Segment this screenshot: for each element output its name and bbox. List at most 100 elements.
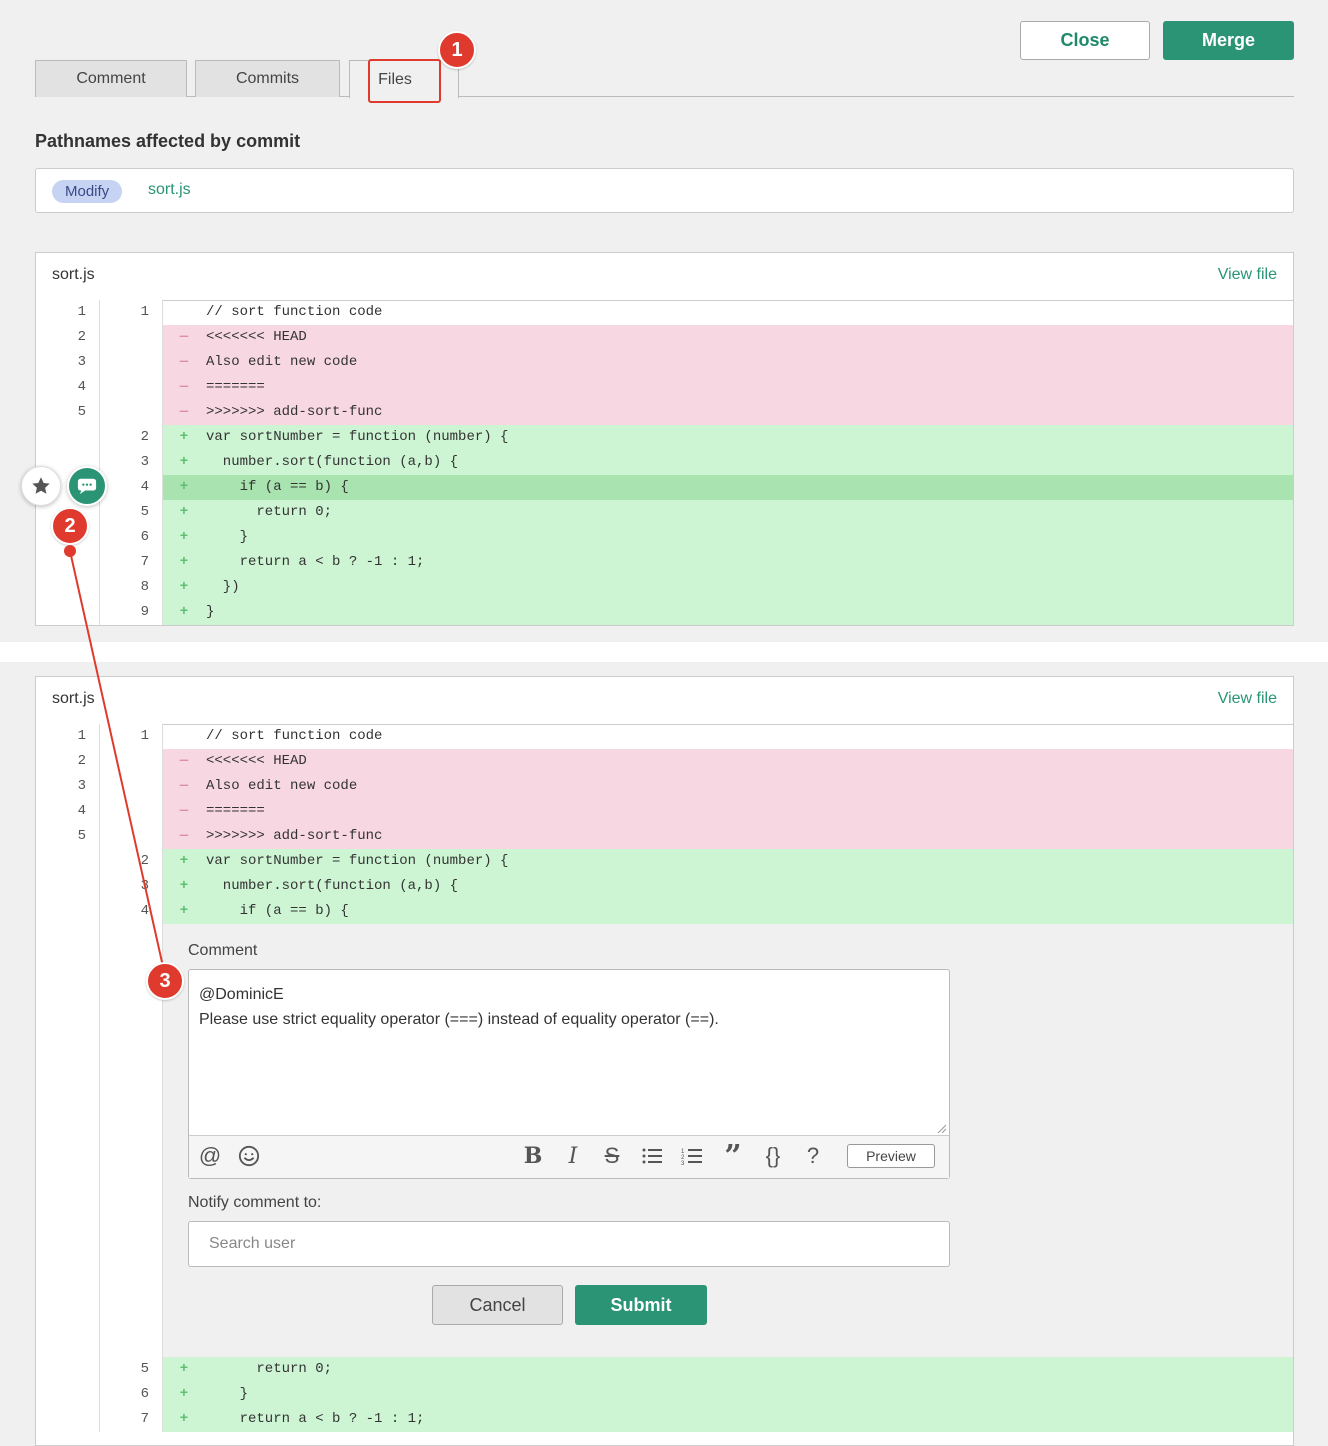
code-text: var sortNumber = function (number) { [206,429,509,445]
code-content: + if (a == b) { [163,899,1293,924]
diff-line[interactable]: 4 + if (a == b) { [36,475,1293,500]
panel-header: sort.js View file [36,253,1293,301]
comment-body: Please use strict equality operator (===… [199,1011,719,1028]
diff-sign: + [179,878,189,894]
code-content: — Also edit new code [163,774,1293,799]
diff-line[interactable]: 2 — <<<<<<< HEAD [36,749,1293,774]
code-content: + if (a == b) { [163,475,1293,500]
italic-icon[interactable]: I [561,1142,585,1170]
comment-label: Comment [188,942,258,959]
quote-icon[interactable]: ” [719,1139,747,1174]
diff-line[interactable]: 3 + number.sort(function (a,b) { [36,874,1293,899]
diff-sign: + [179,479,189,495]
code-text: } [206,1386,249,1402]
tab-commits[interactable]: Commits [195,60,340,97]
diff-line[interactable]: 9 +} [36,600,1293,625]
code-content: — <<<<<<< HEAD [163,749,1293,774]
diff-line[interactable]: 3 — Also edit new code [36,350,1293,375]
close-button[interactable]: Close [1020,21,1150,60]
tab-comment[interactable]: Comment [35,60,187,97]
search-user-input[interactable]: Search user [188,1221,950,1267]
old-line-number [36,1357,99,1382]
new-line-number [99,375,163,400]
old-line-number: 1 [36,724,99,749]
bullet-list-icon[interactable] [639,1142,665,1170]
diff-line[interactable]: 7 + return a < b ? -1 : 1; [36,550,1293,575]
star-button[interactable] [21,466,61,506]
old-line-number: 5 [36,824,99,849]
diff-line[interactable]: 4 + if (a == b) { [36,899,1293,924]
code-text: <<<<<<< HEAD [206,753,307,769]
diff-line[interactable]: 1 1 // sort function code [36,724,1293,749]
old-line-number: 3 [36,774,99,799]
strikethrough-icon[interactable]: S [599,1142,625,1170]
diff-line[interactable]: 6 + } [36,1382,1293,1407]
diff-sign: + [179,529,189,545]
code-icon[interactable]: {} [759,1142,787,1170]
diff-line[interactable]: 1 1 // sort function code [36,300,1293,325]
diff-line[interactable]: 3 — Also edit new code [36,774,1293,799]
diff-line[interactable]: 7 + return a < b ? -1 : 1; [36,1407,1293,1432]
new-line-number: 5 [99,500,163,525]
diff-line[interactable]: 2 + var sortNumber = function (number) { [36,849,1293,874]
diff-line[interactable]: 2 + var sortNumber = function (number) { [36,425,1293,450]
old-line-number [36,600,99,625]
code-text: >>>>>>> add-sort-func [206,404,383,420]
diff-line[interactable]: 2 — <<<<<<< HEAD [36,325,1293,350]
diff-line[interactable]: 4 — ======= [36,375,1293,400]
code-content: — >>>>>>> add-sort-func [163,400,1293,425]
diff-sign: — [179,778,189,794]
diff-line[interactable]: 3 + number.sort(function (a,b) { [36,450,1293,475]
form-gutter [36,924,99,1357]
code-content: + var sortNumber = function (number) { [163,425,1293,450]
view-file-link[interactable]: View file [1218,266,1277,284]
diff-line[interactable]: 5 + return 0; [36,1357,1293,1382]
diff-line[interactable]: 5 + return 0; [36,500,1293,525]
pathname-link[interactable]: sort.js [148,181,191,199]
help-icon[interactable]: ? [801,1142,825,1170]
emoji-icon[interactable] [236,1142,262,1170]
at-sign-icon[interactable]: @ [197,1142,223,1170]
comment-mention: @DominicE [199,986,284,1003]
code-content: + }) [163,575,1293,600]
search-user-placeholder: Search user [209,1235,296,1252]
comment-textarea[interactable]: @DominicE Please use strict equality ope… [188,969,950,1179]
diff-sign: + [179,604,189,620]
diff-line[interactable]: 6 + } [36,525,1293,550]
new-line-number [99,799,163,824]
diff-line[interactable]: 4 — ======= [36,799,1293,824]
diff-sign: + [179,454,189,470]
old-line-number: 5 [36,400,99,425]
diff-sign: + [179,1411,189,1427]
callout-1: 1 [438,31,476,69]
new-line-number: 5 [99,1357,163,1382]
star-icon [32,477,50,494]
new-line-number: 4 [99,475,163,500]
diff-sign: + [179,853,189,869]
notify-label: Notify comment to: [188,1194,322,1211]
submit-button[interactable]: Submit [575,1285,707,1325]
diff-line[interactable]: 5 — >>>>>>> add-sort-func [36,824,1293,849]
new-line-number: 9 [99,600,163,625]
resize-handle-icon[interactable] [937,1124,947,1134]
merge-button[interactable]: Merge [1163,21,1294,60]
panel-filename: sort.js [52,266,95,283]
cancel-button[interactable]: Cancel [432,1285,563,1325]
code-text: number.sort(function (a,b) { [206,454,459,470]
new-line-number: 1 [99,724,163,749]
numbered-list-icon[interactable]: 123 [679,1142,705,1170]
diff-line[interactable]: 5 — >>>>>>> add-sort-func [36,400,1293,425]
code-content: — >>>>>>> add-sort-func [163,824,1293,849]
view-file-link[interactable]: View file [1218,690,1277,708]
old-line-number: 3 [36,350,99,375]
bold-icon[interactable]: B [521,1142,545,1170]
code-text: var sortNumber = function (number) { [206,853,509,869]
old-line-number [36,1382,99,1407]
preview-button[interactable]: Preview [847,1144,935,1168]
panel-header: sort.js View file [36,677,1293,725]
old-line-number: 2 [36,325,99,350]
comment-bubble-icon [77,478,97,495]
diff-line[interactable]: 8 + }) [36,575,1293,600]
add-comment-button[interactable] [67,466,107,506]
code-text: return a < b ? -1 : 1; [206,1411,425,1427]
